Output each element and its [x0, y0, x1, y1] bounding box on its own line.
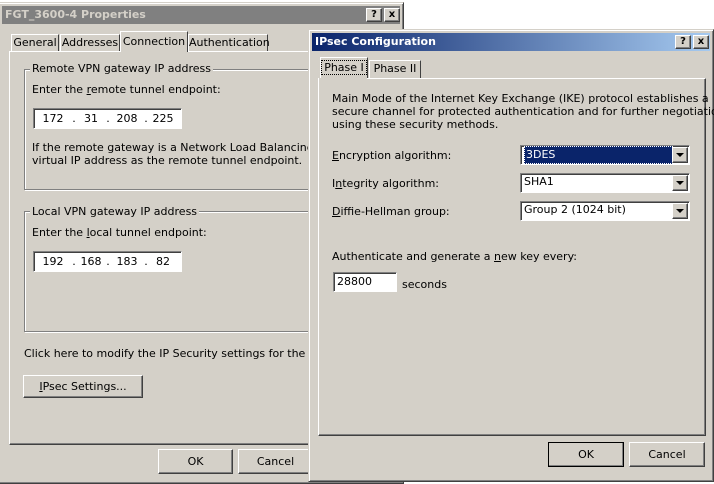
integrity-select[interactable]: SHA1 [520, 173, 690, 193]
encryption-select[interactable]: 3DES [520, 145, 690, 165]
tab-phase-1[interactable]: Phase I [320, 57, 368, 78]
tab-authentication[interactable]: Authentication [188, 34, 270, 52]
remote-gateway-group-label: Remote VPN gateway IP address [30, 62, 213, 75]
remote-ip-octet-3[interactable]: 208 [110, 112, 144, 125]
properties-title: FGT_3600-4 Properties [5, 8, 146, 21]
chevron-down-icon[interactable] [672, 147, 688, 163]
tab-connection[interactable]: Connection [120, 31, 188, 52]
seconds-label: seconds [402, 278, 447, 291]
remote-ip-octet-4[interactable]: 225 [148, 112, 178, 125]
integrity-label: Integrity algorithm: [332, 177, 439, 190]
ipsec-title-bar: IPsec Configuration [312, 33, 710, 51]
local-ip-field[interactable]: 192 . 168 . 183 . 82 [33, 251, 182, 272]
remote-ip-field[interactable]: 172 . 31 . 208 . 225 [33, 108, 182, 129]
tab-general[interactable]: General [11, 34, 59, 52]
properties-ok-button[interactable]: OK [158, 449, 233, 474]
properties-close-button[interactable]: x [384, 8, 400, 22]
encryption-value: 3DES [524, 146, 673, 164]
local-endpoint-label: Enter the local tunnel endpoint: [32, 226, 207, 239]
rekey-seconds-input[interactable]: 28800 [333, 272, 397, 292]
remote-ip-octet-1[interactable]: 172 [34, 112, 72, 125]
encryption-label: Encryption algorithm: [332, 149, 452, 162]
ipsec-settings-button[interactable]: IPsec Settings... [23, 375, 143, 398]
chevron-down-icon[interactable] [672, 175, 688, 191]
remote-endpoint-label: Enter the remote tunnel endpoint: [32, 83, 221, 96]
ipsec-dialog: IPsec Configuration ? x Phase I Phase II… [308, 29, 714, 482]
local-ip-octet-3[interactable]: 183 [110, 255, 144, 268]
chevron-down-icon[interactable] [672, 203, 688, 219]
local-ip-octet-2[interactable]: 168 [76, 255, 106, 268]
ipsec-description: Main Mode of the Internet Key Exchange (… [332, 92, 714, 131]
integrity-value: SHA1 [524, 175, 554, 188]
ipsec-cancel-button[interactable]: Cancel [629, 442, 705, 467]
tab-addresses[interactable]: Addresses [60, 34, 120, 52]
local-gateway-group-label: Local VPN gateway IP address [30, 205, 200, 218]
dh-group-value: Group 2 (1024 bit) [524, 203, 626, 216]
properties-cancel-button[interactable]: Cancel [238, 449, 313, 474]
ipsec-close-button[interactable]: x [693, 35, 709, 49]
remote-note: If the remote gateway is a Network Load … [32, 141, 312, 167]
local-ip-octet-1[interactable]: 192 [34, 255, 72, 268]
ipsec-title: IPsec Configuration [315, 35, 436, 48]
ipsec-hint: Click here to modify the IP Security set… [24, 347, 348, 360]
rekey-label: Authenticate and generate a new key ever… [332, 250, 577, 263]
ipsec-ok-button[interactable]: OK [548, 442, 624, 467]
dh-group-select[interactable]: Group 2 (1024 bit) [520, 201, 690, 221]
properties-title-bar: FGT_3600-4 Properties [2, 6, 400, 24]
dh-group-label: Diffie-Hellman group: [332, 205, 450, 218]
local-ip-octet-4[interactable]: 82 [148, 255, 178, 268]
tab-phase-2[interactable]: Phase II [369, 60, 421, 78]
ipsec-help-button[interactable]: ? [675, 35, 691, 49]
properties-help-button[interactable]: ? [366, 8, 382, 22]
remote-ip-octet-2[interactable]: 31 [76, 112, 106, 125]
